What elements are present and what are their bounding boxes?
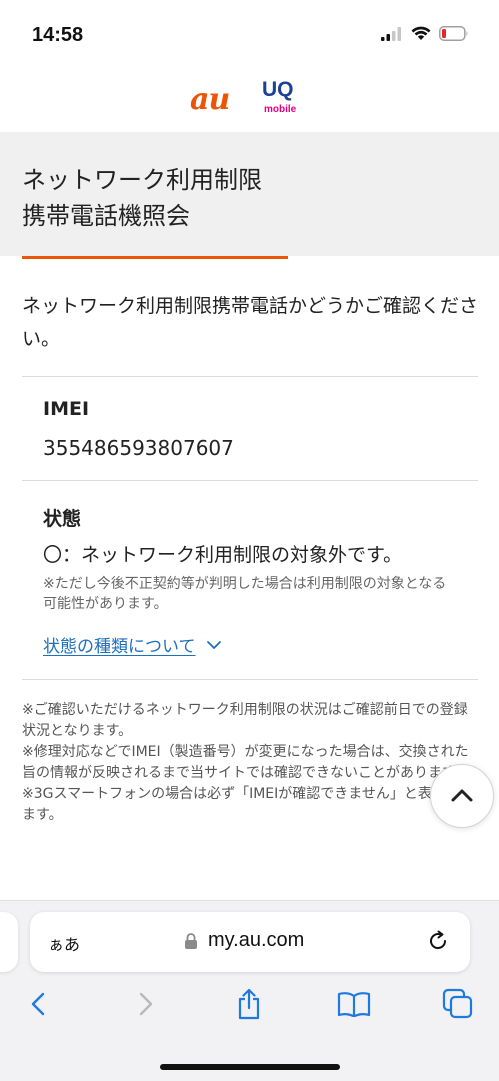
tabs-icon[interactable] xyxy=(442,988,474,1024)
uq-logo-subtitle: mobile xyxy=(264,104,297,115)
footnote: ※3Gスマートフォンの場合は必ず「IMEIが確認できません」と表記されます。 xyxy=(22,786,474,823)
status-types-link-label[interactable]: 状態の種類について xyxy=(43,632,196,657)
au-logo[interactable]: au xyxy=(190,82,230,117)
footnotes: ※ご確認いただけるネットワーク利用制限の状況はご確認前日での登録状況となります。… xyxy=(22,700,474,826)
imei-value: 355486593807607 xyxy=(43,436,234,460)
footnote: ※修理対応などでIMEI（製造番号）が変更になった場合は、交換された旨の情報が反… xyxy=(22,744,469,781)
forward-button[interactable] xyxy=(126,988,166,1024)
title-accent-bar xyxy=(22,256,288,259)
uq-logo[interactable]: UQ xyxy=(262,79,294,100)
status-icons xyxy=(381,26,469,45)
chevron-up-icon[interactable] xyxy=(451,787,473,806)
cellular-signal-icon xyxy=(381,26,403,45)
page-title-line1: ネットワーク利用制限 xyxy=(22,166,262,194)
lock-icon xyxy=(184,932,198,954)
brand-header xyxy=(0,72,499,132)
status-value: 〇：ネットワーク利用制限の対象外です。 xyxy=(43,544,403,566)
share-button[interactable] xyxy=(229,988,269,1024)
back-icon[interactable] xyxy=(31,992,45,1020)
status-note: ※ただし今後不正契約等が判明した場合は利用制限の対象となる可能性があります。 xyxy=(43,576,447,612)
bookmarks-icon[interactable] xyxy=(337,991,371,1021)
imei-label: IMEI xyxy=(43,398,90,420)
status-label: 状態 xyxy=(43,508,82,530)
page-title-line2: 携帯電話機照会 xyxy=(22,202,190,230)
address-bar[interactable]: ぁあ my.au.com xyxy=(30,912,470,972)
page-title-block: ネットワーク利用制限 携帯電話機照会 xyxy=(0,132,499,256)
battery-low-icon xyxy=(439,26,469,45)
home-indicator xyxy=(160,1064,340,1070)
previous-tab-edge[interactable] xyxy=(0,912,18,972)
divider xyxy=(22,679,478,680)
chevron-down-icon[interactable] xyxy=(206,635,222,654)
url-text[interactable]: my.au.com xyxy=(208,929,304,952)
wifi-icon xyxy=(411,26,431,45)
share-icon[interactable] xyxy=(236,988,262,1024)
forward-icon[interactable] xyxy=(139,992,153,1020)
status-bar: 14:58 xyxy=(0,0,499,72)
reload-icon[interactable] xyxy=(426,929,450,957)
bookmarks-button[interactable] xyxy=(334,988,374,1024)
scroll-to-top-button[interactable] xyxy=(430,764,494,828)
footnote: ※ご確認いただけるネットワーク利用制限の状況はご確認前日での登録状況となります。 xyxy=(22,702,468,739)
tabs-button[interactable] xyxy=(438,988,478,1024)
intro-text: ネットワーク利用制限携帯電話かどうかご確認ください。 xyxy=(22,295,479,350)
back-button[interactable] xyxy=(18,988,58,1024)
page-settings-button[interactable]: ぁあ xyxy=(48,931,80,955)
status-time: 14:58 xyxy=(32,24,84,46)
divider xyxy=(22,480,478,481)
divider xyxy=(22,376,478,377)
status-types-link[interactable]: 状態の種類について xyxy=(43,632,222,657)
